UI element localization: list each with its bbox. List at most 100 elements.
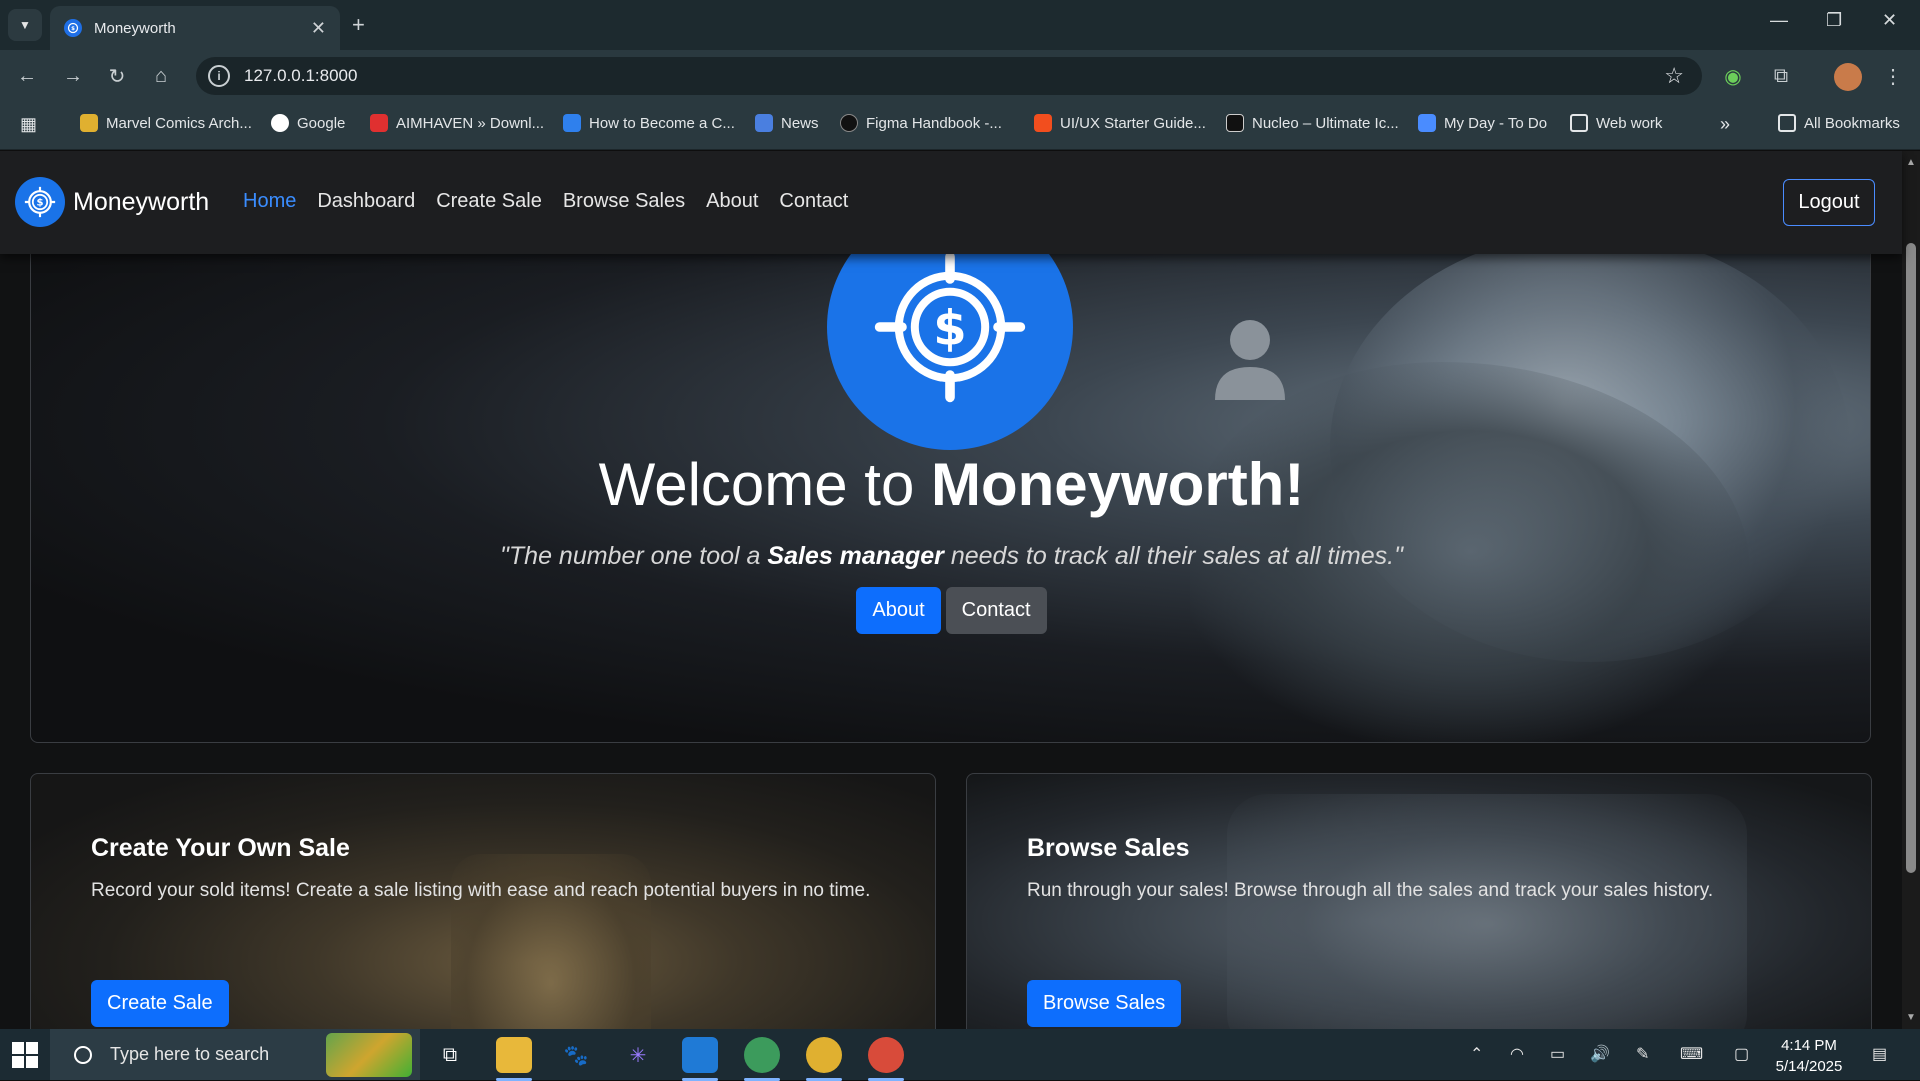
chrome-icon[interactable] [868,1037,904,1081]
all-bookmarks-folder[interactable]: All Bookmarks [1778,114,1900,132]
os-taskbar: Type here to search ⧉ 🐾 ✳ ⌃ ◠ ▭ 🔊 ✎ ⌨ ▢ … [0,1029,1920,1081]
browser-tab[interactable]: $ Moneyworth ✕ [50,6,340,50]
browser-toolbar: ← → ↻ ⌂ i 127.0.0.1:8000 ☆ ◉ ⧉ ⋮ [0,50,1920,100]
logout-button[interactable]: Logout [1783,179,1875,226]
cat-app-icon[interactable]: 🐾 [558,1037,594,1073]
clock-time: 4:14 PM [1781,1037,1837,1054]
restore-icon[interactable]: ❐ [1826,10,1842,31]
hero-subtitle-bold: Sales manager [767,542,944,570]
display-icon[interactable]: ▢ [1734,1044,1749,1064]
extension-icon[interactable]: ◉ [1720,63,1746,89]
taskbar-search[interactable]: Type here to search [50,1029,420,1080]
nav-about[interactable]: About [706,190,758,213]
bookmark-item[interactable]: Google [271,114,345,132]
card-title: Browse Sales [1027,834,1190,862]
bookmark-item[interactable]: Figma Handbook -... [840,114,1002,132]
mk-app-icon[interactable] [806,1037,842,1081]
tab-title: Moneyworth [94,19,176,37]
page-scrollbar[interactable]: ▲ ▼ [1902,151,1920,1029]
bookmarks-overflow-icon[interactable]: » [1720,114,1730,135]
main-nav: Home Dashboard Create Sale Browse Sales … [243,190,848,213]
site-info-icon[interactable]: i [208,65,230,87]
bookmark-item[interactable]: My Day - To Do [1418,114,1547,132]
search-highlight-image [326,1033,412,1077]
create-sale-card: Create Your Own Sale Record your sold it… [30,773,936,1029]
person-icon [1215,320,1285,400]
clock-date: 5/14/2025 [1775,1058,1843,1075]
reload-icon[interactable]: ↻ [104,63,130,89]
avatar[interactable] [1834,63,1862,91]
nav-contact[interactable]: Contact [779,190,848,213]
chevron-down-icon: ▼ [19,18,31,32]
tab-search-button[interactable]: ▼ [8,9,42,41]
hero-buttons: About Contact [31,587,1870,634]
search-placeholder: Type here to search [110,1044,270,1064]
home-icon[interactable]: ⌂ [148,63,174,89]
task-view-icon[interactable]: ⧉ [432,1037,468,1073]
close-window-icon[interactable]: ✕ [1882,10,1897,31]
back-icon[interactable]: ← [14,63,40,89]
nav-browse-sales[interactable]: Browse Sales [563,190,685,213]
windows-start-icon[interactable] [12,1042,38,1068]
scroll-up-icon[interactable]: ▲ [1906,157,1916,168]
svg-text:$: $ [36,198,43,209]
folder-icon [1778,114,1796,132]
nav-dashboard[interactable]: Dashboard [317,190,415,213]
wifi-icon[interactable]: ◠ [1510,1044,1524,1064]
hero-section: $ Welcome to Moneyworth! "The number one… [30,211,1871,743]
url-text: 127.0.0.1:8000 [244,66,358,85]
file-explorer-icon[interactable] [496,1037,532,1081]
about-button[interactable]: About [856,587,941,634]
dollar-target-icon: $ [15,177,65,227]
scroll-down-icon[interactable]: ▼ [1906,1012,1916,1023]
hat-icon [563,114,581,132]
nav-home[interactable]: Home [243,190,296,213]
news-icon [755,114,773,132]
comic-icon [80,114,98,132]
forward-icon[interactable]: → [60,63,86,89]
browse-sales-button[interactable]: Browse Sales [1027,980,1182,1027]
address-bar[interactable]: i 127.0.0.1:8000 ☆ [196,57,1702,95]
nav-create-sale[interactable]: Create Sale [436,190,542,213]
bookmark-item[interactable]: News [755,114,819,132]
keyboard-icon[interactable]: ⌨ [1680,1044,1703,1064]
bookmark-item[interactable]: How to Become a C... [563,114,735,132]
tray-chevron-icon[interactable]: ⌃ [1470,1044,1483,1064]
nucleo-icon [1226,114,1244,132]
create-sale-button[interactable]: Create Sale [91,980,229,1027]
cart-graphic [1227,794,1747,1029]
page-viewport: $ Moneyworth Home Dashboard Create Sale … [0,151,1920,1029]
network-app-icon[interactable]: ✳ [620,1037,656,1073]
bookmark-item[interactable]: Marvel Comics Arch... [80,114,252,132]
bookmark-item[interactable]: AIMHAVEN » Downl... [370,114,544,132]
bookmark-folder[interactable]: Web work [1570,114,1662,132]
card-title: Create Your Own Sale [91,834,350,862]
notifications-icon[interactable]: ▤ [1872,1044,1887,1064]
hero-subtitle: "The number one tool a Sales manager nee… [500,542,1403,570]
apps-grid-icon[interactable]: ▦ [20,114,37,135]
bookmark-star-icon[interactable]: ☆ [1664,63,1684,89]
contact-button[interactable]: Contact [945,587,1047,634]
pen-icon[interactable]: ✎ [1636,1044,1649,1064]
bookmark-item[interactable]: Nucleo – Ultimate Ic... [1226,114,1399,132]
vscode-icon[interactable] [682,1037,718,1081]
volume-icon[interactable]: 🔊 [1590,1044,1610,1064]
brand-name: Moneyworth [73,187,210,216]
minimize-icon[interactable]: — [1770,10,1788,31]
svg-text:$: $ [71,26,75,32]
menu-kebab-icon[interactable]: ⋮ [1880,63,1906,89]
puzzle-icon[interactable]: ⧉ [1768,63,1794,89]
new-tab-icon[interactable]: + [352,12,365,38]
close-tab-icon[interactable]: ✕ [311,18,326,39]
battery-icon[interactable]: ▭ [1550,1044,1565,1064]
hero-title-brand: Moneyworth! [931,451,1305,518]
folder-icon [1570,114,1588,132]
site-brand[interactable]: $ Moneyworth [15,177,209,227]
card-text: Record your sold items! Create a sale li… [91,880,871,901]
figma-icon [1034,114,1052,132]
edge-app-icon[interactable] [744,1037,780,1081]
bookmark-item[interactable]: UI/UX Starter Guide... [1034,114,1206,132]
aimhaven-icon [370,114,388,132]
scrollbar-thumb[interactable] [1906,243,1916,873]
system-clock[interactable]: 4:14 PM 5/14/2025 [1768,1035,1850,1077]
